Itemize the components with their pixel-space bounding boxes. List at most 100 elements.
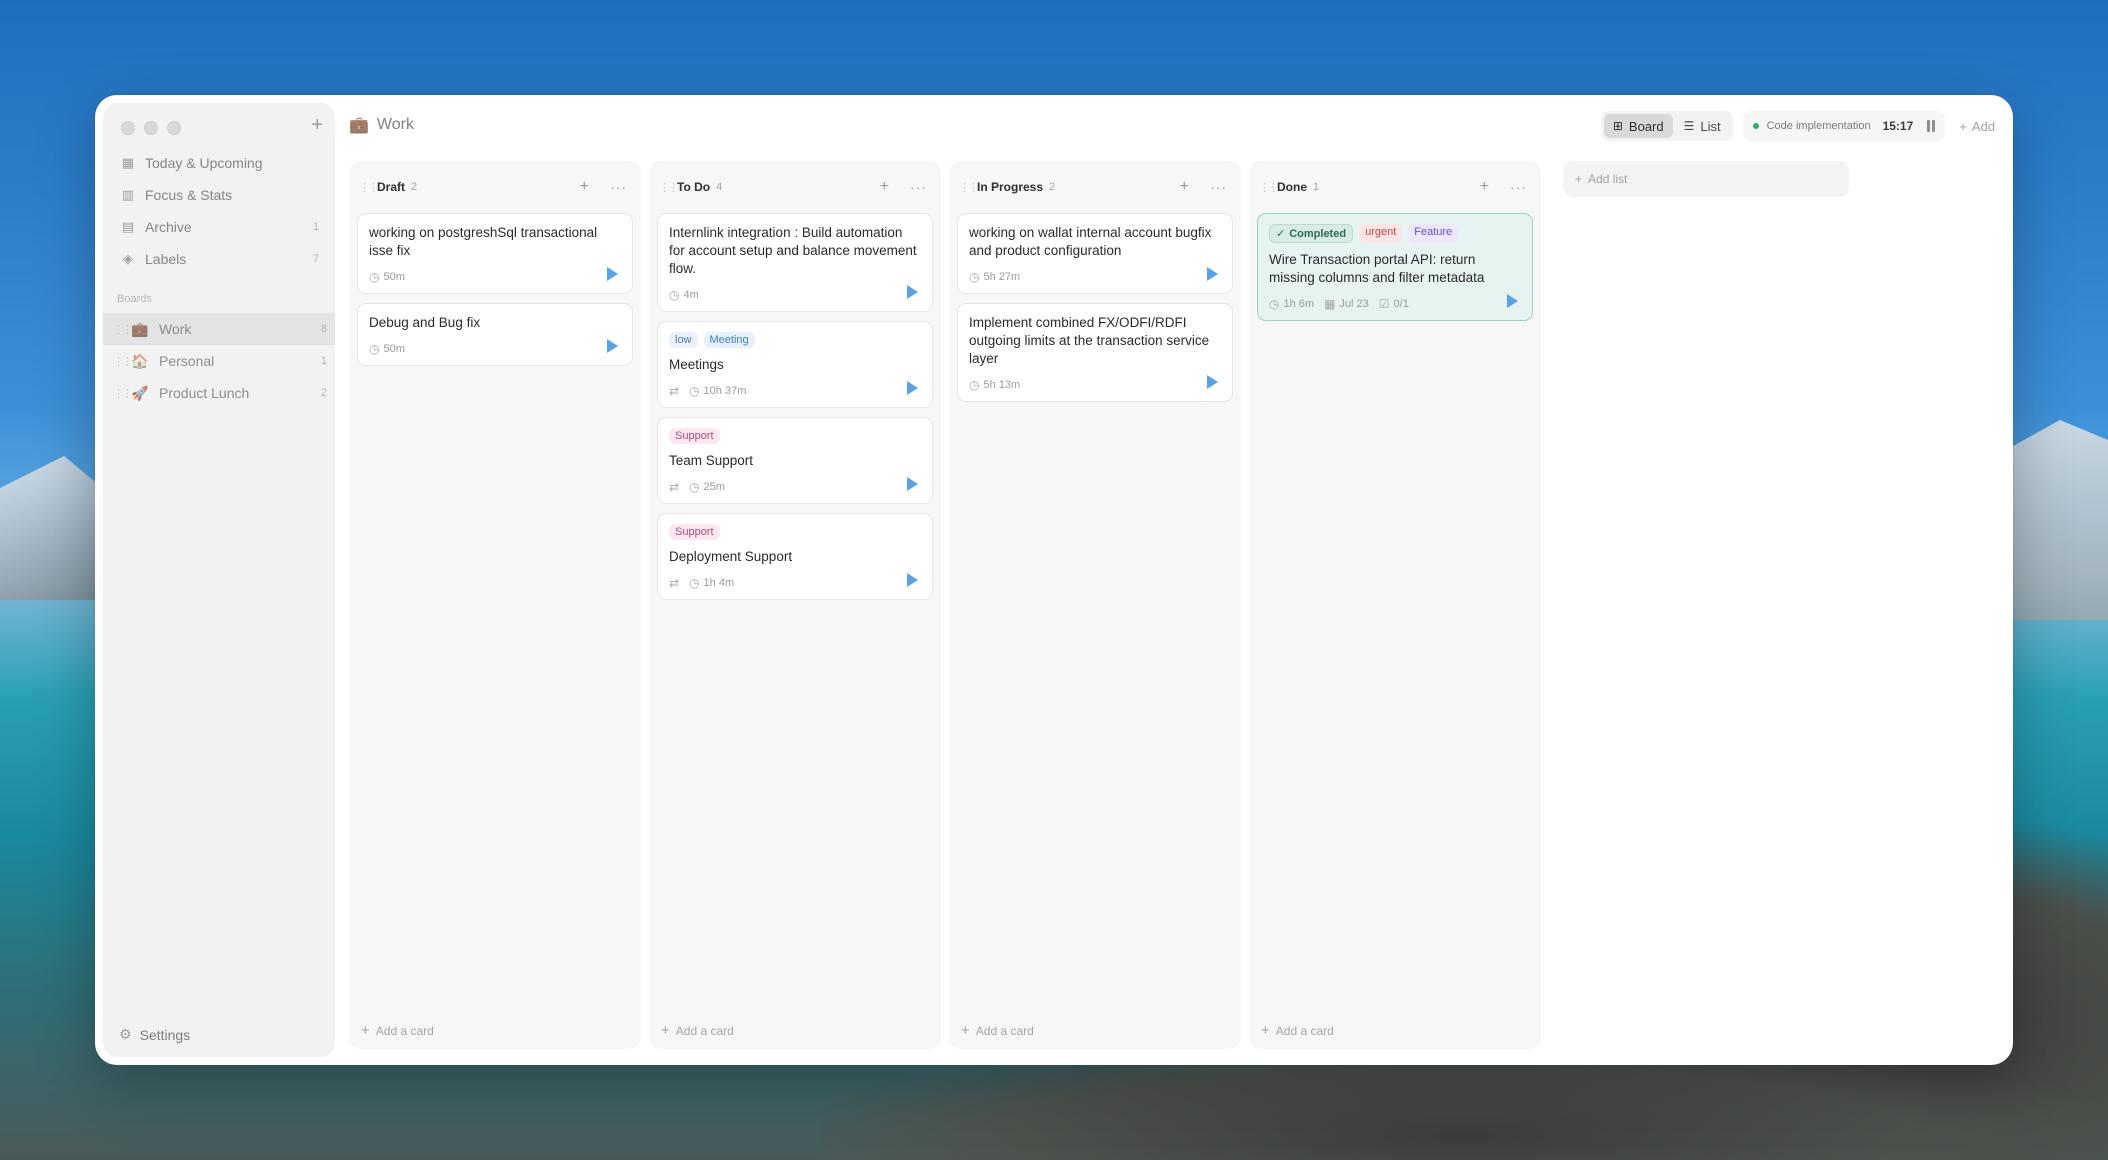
add-card-label: Add a card (675, 1023, 734, 1038)
repeat-icon: ⇄ (669, 576, 680, 590)
board-label: Product Lunch (159, 385, 250, 401)
board-view-label: Board (1628, 118, 1664, 134)
more-options-icon[interactable]: ··· (1510, 179, 1527, 195)
card-title: Debug and Bug fix (369, 315, 481, 330)
play-icon[interactable] (907, 381, 918, 395)
check-circle-icon: ✓ (1276, 228, 1286, 240)
list-count: 2 (411, 181, 418, 193)
label-tag: Feature (1408, 224, 1459, 243)
gear-icon: ⚙ (119, 1026, 132, 1042)
more-options-icon[interactable]: ··· (1210, 179, 1227, 195)
list-header: ⋮⋮ Draft 2 + ··· (349, 161, 641, 213)
add-card-button[interactable]: + Add a card (361, 1022, 434, 1039)
briefcase-icon: 💼 (349, 117, 369, 134)
chart-icon: ▥ (121, 187, 135, 202)
board-count: 1 (320, 355, 327, 367)
label-tag: Support (669, 524, 720, 540)
timer-running-dot (1752, 123, 1759, 129)
task-card[interactable]: low Meeting Meetings ⇄ ◷ 10h 37m (657, 321, 933, 408)
sidebar-item-archive[interactable]: ▤ Archive 1 (117, 211, 321, 243)
card-time: 1h 4m (703, 577, 735, 589)
calendar-icon: ▦ (121, 155, 135, 170)
add-list-button[interactable]: + Add list (1563, 161, 1849, 197)
calendar-icon: ▦ (1324, 297, 1336, 311)
sidebar-nav: ▦ Today & Upcoming ▥ Focus & Stats ▤ Arc… (117, 147, 321, 275)
boards-section-label: Boards (117, 293, 152, 305)
new-board-button[interactable]: + (311, 115, 323, 135)
play-icon[interactable] (907, 477, 918, 491)
priority-tag: urgent (1359, 224, 1403, 243)
page-title: 💼 Work (349, 115, 414, 135)
task-card[interactable]: working on postgreshSql transactional is… (357, 213, 633, 294)
sidebar-item-today-upcoming[interactable]: ▦ Today & Upcoming (117, 147, 321, 179)
add-card-button[interactable]: + Add a card (1261, 1022, 1334, 1039)
more-options-icon[interactable]: ··· (910, 179, 927, 195)
play-icon[interactable] (607, 267, 618, 281)
boards-list: ⋮⋮ 💼 Work 8 ⋮⋮ 🏠 Personal 1 ⋮⋮ 🚀 Product… (103, 313, 335, 409)
close-window-button[interactable] (121, 121, 135, 135)
play-icon[interactable] (907, 573, 918, 587)
add-label: Add (1971, 118, 1995, 134)
add-card-plus-button[interactable]: + (880, 178, 889, 196)
briefcase-icon: 💼 (131, 320, 149, 337)
task-card[interactable]: working on wallat internal account bugfi… (957, 213, 1233, 294)
drag-handle-icon[interactable]: ⋮⋮ (113, 387, 133, 400)
task-card[interactable]: Internlink integration : Build automatio… (657, 213, 933, 312)
add-card-plus-button[interactable]: + (1480, 178, 1489, 196)
label-tag: Meeting (703, 332, 755, 348)
more-options-icon[interactable]: ··· (610, 179, 627, 195)
drag-handle-icon[interactable]: ⋮⋮ (659, 181, 679, 194)
sidebar-board-personal[interactable]: ⋮⋮ 🏠 Personal 1 (103, 345, 335, 377)
sidebar-board-product-lunch[interactable]: ⋮⋮ 🚀 Product Lunch 2 (103, 377, 335, 409)
plus-icon: + (661, 1022, 670, 1039)
add-card-button[interactable]: + Add a card (661, 1022, 734, 1039)
list-view-button[interactable]: ☰ List (1675, 114, 1730, 138)
completed-badge: ✓ Completed (1269, 224, 1354, 243)
window-controls (121, 121, 181, 135)
list-in-progress: ⋮⋮ In Progress 2 + ··· working on wallat… (949, 161, 1241, 1049)
drag-handle-icon[interactable]: ⋮⋮ (113, 355, 133, 368)
drag-handle-icon[interactable]: ⋮⋮ (113, 323, 133, 336)
task-card[interactable]: Support Deployment Support ⇄ ◷ 1h 4m (657, 513, 933, 600)
play-icon[interactable] (1507, 294, 1518, 308)
list-header: ⋮⋮ Done 1 + ··· (1249, 161, 1541, 213)
play-icon[interactable] (907, 285, 918, 299)
timer-task-name: Code implementation (1766, 120, 1871, 132)
add-card-label: Add a card (375, 1023, 434, 1038)
drag-handle-icon[interactable]: ⋮⋮ (359, 181, 379, 194)
play-icon[interactable] (1207, 267, 1218, 281)
drag-handle-icon[interactable]: ⋮⋮ (1259, 181, 1279, 194)
task-card[interactable]: Support Team Support ⇄ ◷ 25m (657, 417, 933, 504)
active-timer[interactable]: Code implementation 15:17 (1742, 111, 1946, 141)
card-time: 4m (683, 289, 699, 301)
add-card-plus-button[interactable]: + (580, 178, 589, 196)
repeat-icon: ⇄ (669, 480, 680, 494)
board-count: 2 (320, 387, 327, 399)
drag-handle-icon[interactable]: ⋮⋮ (959, 181, 979, 194)
task-card[interactable]: Implement combined FX/ODFI/RDFI outgoing… (957, 303, 1233, 402)
list-name: To Do (677, 180, 711, 194)
grid-icon: ⊞ (1612, 119, 1623, 133)
play-icon[interactable] (607, 339, 618, 353)
list-name: Done (1277, 180, 1307, 194)
checklist-icon: ☑ (1378, 297, 1390, 311)
sidebar-board-work[interactable]: ⋮⋮ 💼 Work 8 (103, 313, 335, 345)
settings-button[interactable]: ⚙ Settings (119, 1026, 190, 1043)
sidebar-item-label: Today & Upcoming (145, 155, 263, 171)
clock-icon: ◷ (689, 480, 700, 494)
pause-icon[interactable] (1927, 120, 1936, 132)
sidebar-item-labels[interactable]: ◈ Labels 7 (117, 243, 321, 275)
card-time: 5h 27m (983, 271, 1021, 283)
board-view-button[interactable]: ⊞ Board (1603, 114, 1673, 138)
sidebar-item-count: 7 (312, 253, 319, 265)
add-card-button[interactable]: + Add a card (961, 1022, 1034, 1039)
minimize-window-button[interactable] (144, 121, 158, 135)
card-time: 5h 13m (983, 379, 1021, 391)
task-card-completed[interactable]: ✓ Completed urgent Feature Wire Transacti… (1257, 213, 1533, 321)
add-button[interactable]: + Add (1955, 119, 1999, 134)
play-icon[interactable] (1207, 375, 1218, 389)
zoom-window-button[interactable] (167, 121, 181, 135)
add-card-plus-button[interactable]: + (1180, 178, 1189, 196)
sidebar-item-focus-stats[interactable]: ▥ Focus & Stats (117, 179, 321, 211)
task-card[interactable]: Debug and Bug fix ◷ 50m (357, 303, 633, 366)
